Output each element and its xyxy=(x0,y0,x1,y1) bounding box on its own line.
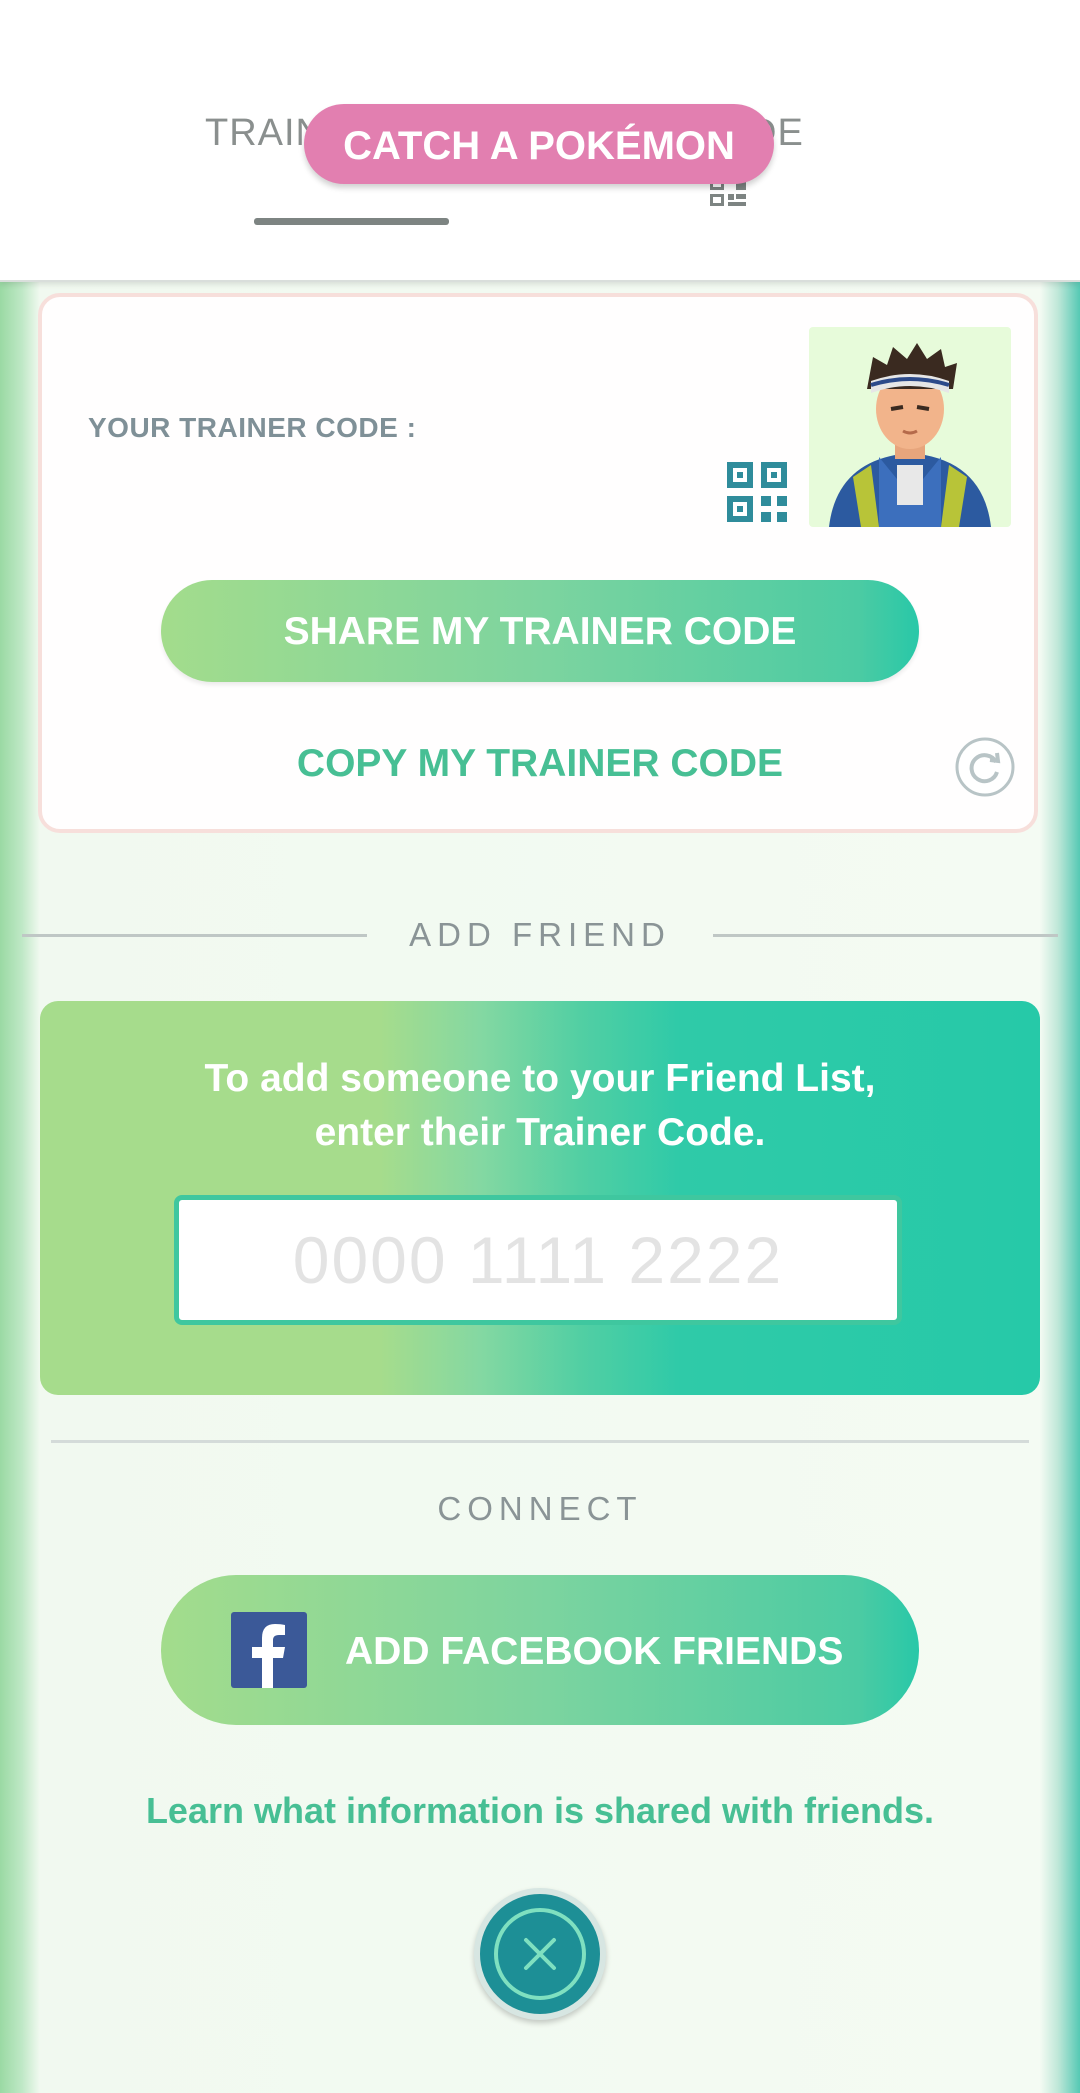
close-button[interactable] xyxy=(474,1888,606,2020)
active-tab-indicator xyxy=(254,218,449,225)
copy-trainer-code-link[interactable]: COPY MY TRAINER CODE xyxy=(0,742,1080,786)
refresh-icon[interactable] xyxy=(954,736,1016,798)
trainer-avatar[interactable] xyxy=(809,327,1011,527)
close-icon xyxy=(494,1908,586,2000)
catch-pokemon-banner[interactable]: CATCH A POKÉMON xyxy=(304,104,774,184)
connect-divider xyxy=(51,1440,1029,1443)
connect-heading: CONNECT xyxy=(437,1490,643,1527)
qr-code-icon[interactable] xyxy=(727,462,787,522)
trainer-code-label: YOUR TRAINER CODE : xyxy=(88,412,417,443)
add-friend-instruction: To add someone to your Friend List, ente… xyxy=(204,1057,876,1154)
trainer-avatar-illustration xyxy=(829,343,991,527)
trainer-code-input[interactable] xyxy=(174,1195,902,1325)
share-trainer-code-button[interactable]: SHARE MY TRAINER CODE xyxy=(161,580,919,682)
facebook-icon xyxy=(231,1612,307,1688)
add-friend-heading: ADD FRIEND xyxy=(409,916,671,953)
facebook-button-label: ADD FACEBOOK FRIENDS xyxy=(345,1630,844,1673)
learn-shared-info-link[interactable]: Learn what information is shared with fr… xyxy=(0,1790,1080,1832)
